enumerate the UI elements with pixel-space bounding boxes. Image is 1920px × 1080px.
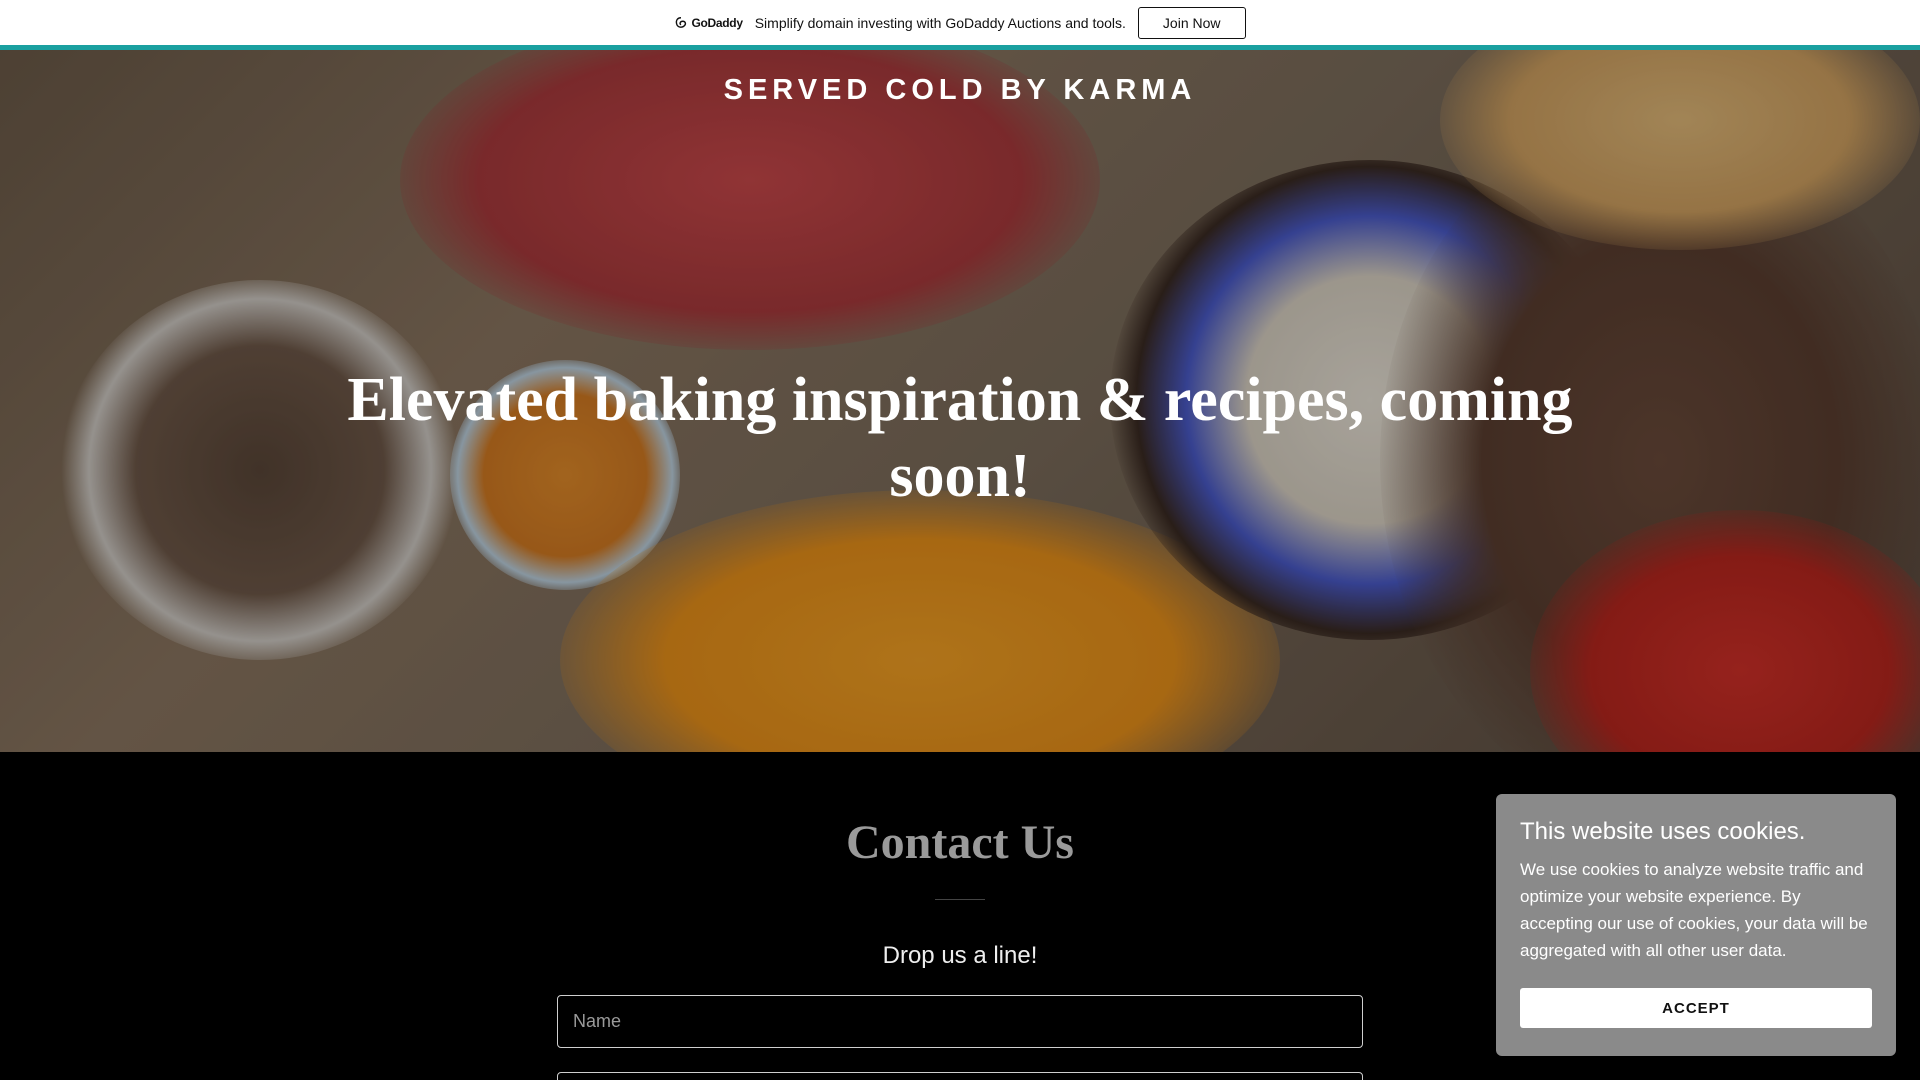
hero-title: Elevated baking inspiration & recipes, c… [347, 366, 1573, 510]
godaddy-logo-text: GoDaddy [691, 15, 743, 30]
name-field[interactable] [557, 995, 1363, 1048]
promo-message: Simplify domain investing with GoDaddy A… [754, 14, 1126, 31]
join-now-button[interactable]: Join Now [1137, 6, 1246, 39]
godaddy-logo[interactable]: GoDaddy [674, 15, 743, 30]
hero-section: SERVED COLD BY KARMA Elevated baking ins… [0, 50, 1920, 752]
email-field[interactable] [557, 1072, 1363, 1080]
accept-cookies-button[interactable]: ACCEPT [1520, 988, 1872, 1028]
cookie-banner: This website uses cookies. We use cookie… [1496, 794, 1896, 1056]
contact-divider [935, 899, 985, 900]
godaddy-logo-icon [676, 16, 687, 28]
cookie-title: This website uses cookies. [1520, 818, 1806, 845]
promo-bar: GoDaddy Simplify domain investing with G… [0, 0, 1920, 45]
cookie-text: We use cookies to analyze website traffi… [1520, 860, 1868, 960]
site-brand[interactable]: SERVED COLD BY KARMA [0, 74, 1920, 107]
